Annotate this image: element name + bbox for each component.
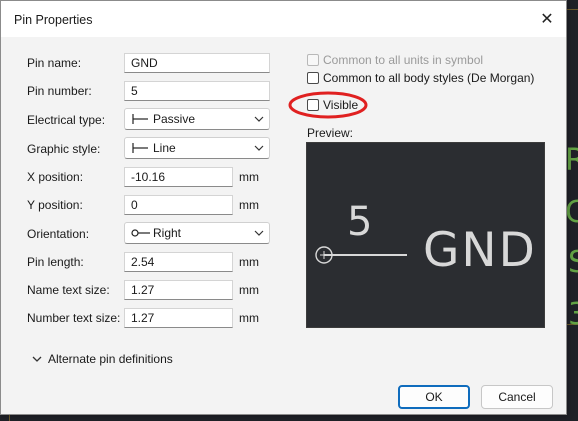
- orientation-select[interactable]: Right: [124, 222, 270, 244]
- graphic-style-label: Graphic style:: [27, 142, 101, 156]
- electrical-type-select[interactable]: Passive: [124, 108, 270, 130]
- chevron-down-icon: [254, 230, 264, 236]
- x-position-unit: mm: [239, 170, 259, 184]
- cancel-button[interactable]: Cancel: [481, 385, 553, 409]
- alternate-pin-definitions-label: Alternate pin definitions: [48, 352, 173, 366]
- pin-name-input[interactable]: GND: [124, 53, 270, 73]
- common-body-styles-checkbox[interactable]: [307, 72, 319, 84]
- common-units-label: Common to all units in symbol: [323, 53, 484, 67]
- alternate-pin-definitions-toggle[interactable]: Alternate pin definitions: [31, 352, 173, 366]
- pin-number-label: Pin number:: [27, 84, 92, 98]
- y-position-unit: mm: [239, 198, 259, 212]
- close-icon: ✕: [540, 11, 554, 28]
- common-units-checkbox: [307, 54, 319, 66]
- preview-pin-name: GND: [423, 223, 537, 278]
- ok-button[interactable]: OK: [398, 385, 470, 409]
- canvas-fragment: S: [568, 245, 578, 280]
- name-text-size-input[interactable]: 1.27: [124, 280, 233, 300]
- x-position-input[interactable]: -10.16: [124, 167, 233, 187]
- pin-name-label: Pin name:: [27, 56, 82, 70]
- orientation-label: Orientation:: [27, 227, 90, 241]
- chevron-down-icon: [32, 356, 42, 362]
- chevron-down-icon: [254, 116, 264, 122]
- graphic-style-value: Line: [153, 141, 176, 155]
- passive-pin-icon: [132, 114, 148, 124]
- pin-length-input[interactable]: 2.54: [124, 252, 233, 272]
- electrical-type-value: Passive: [153, 112, 196, 126]
- y-position-label: Y position:: [27, 198, 83, 212]
- x-position-label: X position:: [27, 170, 84, 184]
- close-button[interactable]: ✕: [532, 5, 562, 33]
- dialog-title: Pin Properties: [14, 13, 93, 27]
- canvas-fragment: 3: [568, 297, 578, 332]
- preview-label: Preview:: [307, 126, 354, 140]
- pin-properties-dialog: Pin Properties ✕ Pin name: GND Pin numbe…: [0, 0, 567, 415]
- chevron-down-icon: [254, 145, 264, 151]
- pin-length-label: Pin length:: [27, 255, 84, 269]
- orientation-value: Right: [153, 226, 182, 240]
- number-text-size-input[interactable]: 1.27: [124, 308, 233, 328]
- title-bar: Pin Properties ✕: [1, 1, 566, 37]
- name-text-size-unit: mm: [239, 283, 259, 297]
- common-body-styles-label[interactable]: Common to all body styles (De Morgan): [323, 71, 534, 85]
- common-units-checkbox-row: Common to all units in symbol: [307, 53, 483, 67]
- number-text-size-label: Number text size:: [27, 311, 121, 325]
- line-style-icon: [132, 143, 148, 153]
- preview-pin-number: 5: [347, 199, 373, 245]
- name-text-size-label: Name text size:: [27, 283, 110, 297]
- number-text-size-unit: mm: [239, 311, 259, 325]
- common-body-styles-checkbox-row[interactable]: Common to all body styles (De Morgan): [307, 71, 534, 85]
- y-position-input[interactable]: 0: [124, 195, 233, 215]
- orientation-right-icon: [131, 229, 150, 237]
- electrical-type-label: Electrical type:: [27, 113, 106, 127]
- annotation-circle: [288, 91, 368, 119]
- pin-preview: 5 GND: [306, 142, 545, 328]
- graphic-style-select[interactable]: Line: [124, 137, 270, 159]
- pin-length-unit: mm: [239, 255, 259, 269]
- pin-number-input[interactable]: 5: [124, 81, 270, 101]
